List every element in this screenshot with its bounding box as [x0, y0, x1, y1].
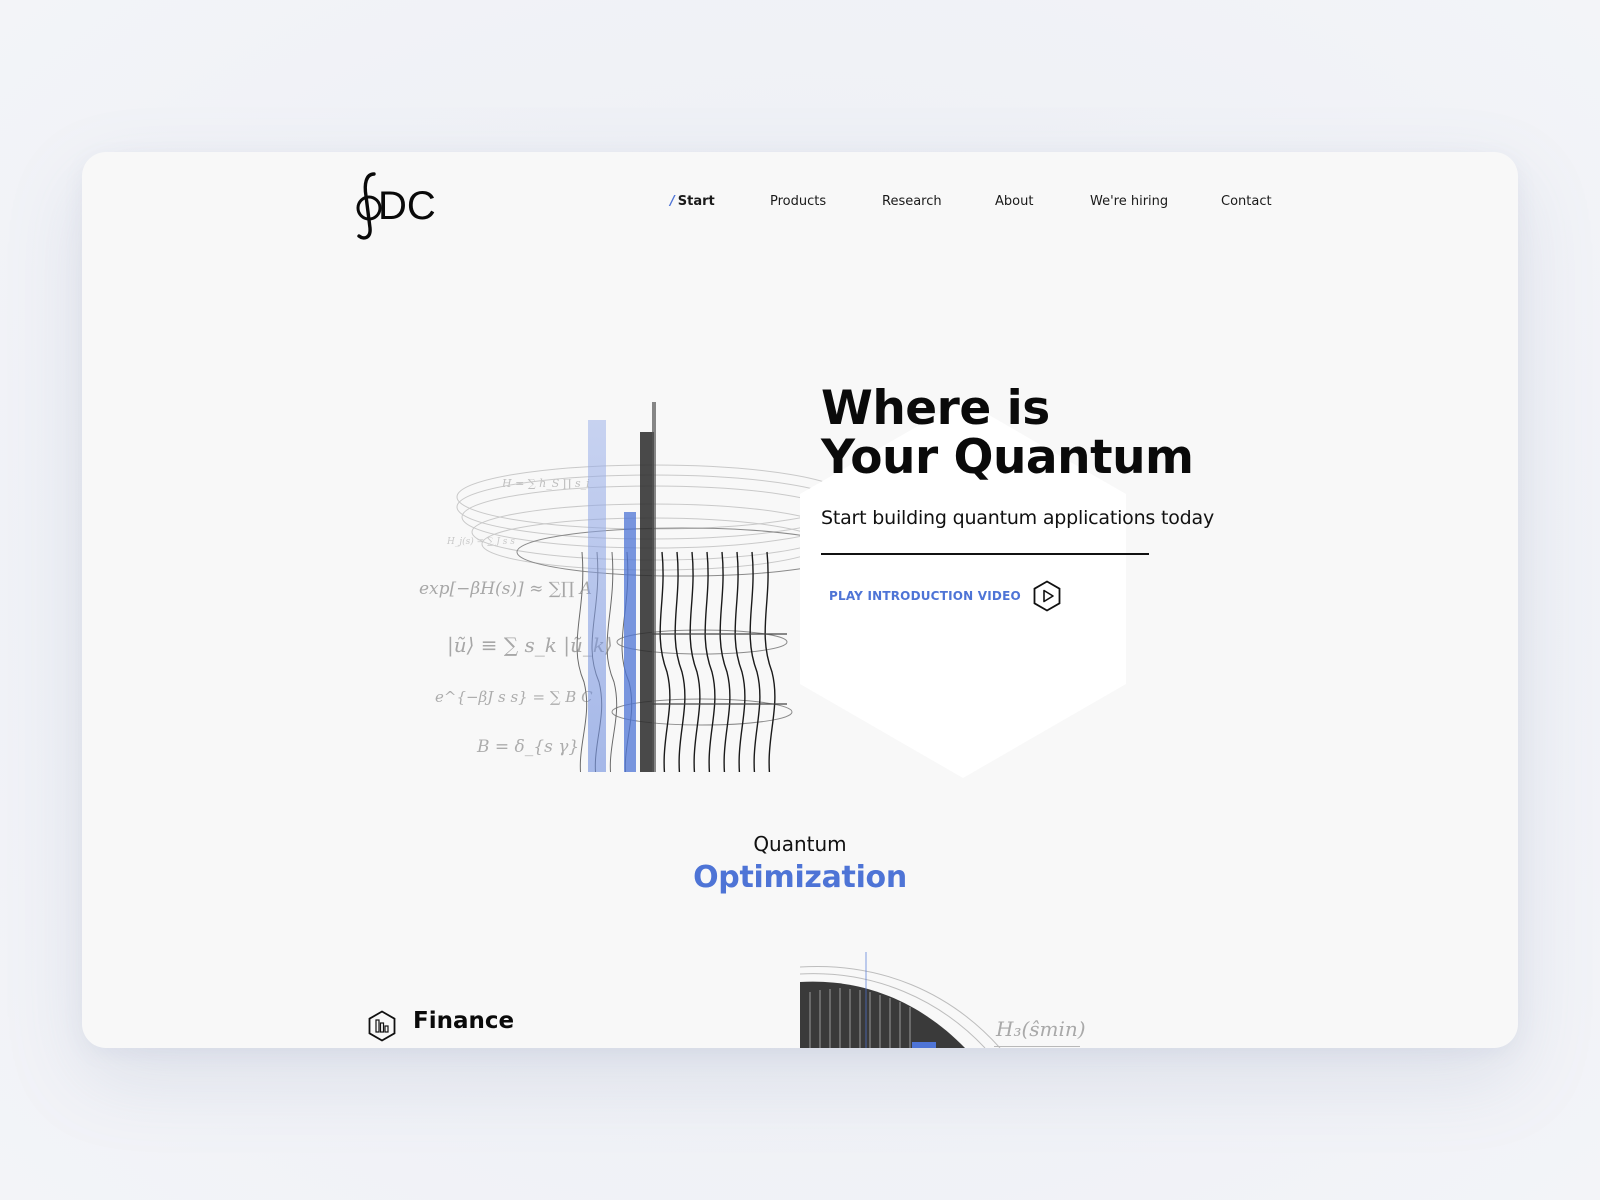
nav-item-hiring[interactable]: We're hiring — [1090, 194, 1168, 209]
site-window: DC / Start Products Research About We're … — [82, 152, 1518, 1048]
play-hexagon-icon[interactable] — [1032, 580, 1062, 612]
bar-chart-hexagon-icon — [368, 1010, 396, 1042]
formula-label: H₃(ŝmin) — [996, 1017, 1086, 1041]
svg-text:|ũ⟩ ≡ ∑ s_k |ũ_k⟩: |ũ⟩ ≡ ∑ s_k |ũ_k⟩ — [447, 633, 613, 658]
play-introduction-video-button[interactable]: PLAY INTRODUCTION VIDEO — [829, 579, 1062, 613]
hero-title: Where is Your Quantum — [821, 384, 1194, 482]
play-video-label: PLAY INTRODUCTION VIDEO — [829, 589, 1021, 603]
nav-item-start[interactable]: / Start — [670, 194, 715, 209]
nav-item-research[interactable]: Research — [882, 194, 942, 209]
quantum-computer-illustration: H = ∑ h_S ∏ s_i H_j(s) = ∑ J s s exp[−βH… — [322, 252, 848, 772]
hero-divider — [821, 553, 1149, 555]
svg-text:H_j(s) = ∑ J s s: H_j(s) = ∑ J s s — [446, 536, 515, 547]
svg-text:B = δ_{s γ}: B = δ_{s γ} — [476, 737, 579, 757]
hero-title-line-1: Where is — [821, 381, 1050, 436]
finance-label[interactable]: Finance — [413, 1008, 514, 1034]
svg-text:exp[−βH(s)] ≈ ∑∏ A: exp[−βH(s)] ≈ ∑∏ A — [419, 579, 592, 599]
nav-item-label: Start — [677, 194, 715, 209]
formula-divider — [994, 1046, 1080, 1047]
hero-subtitle: Start building quantum applications toda… — [821, 507, 1214, 529]
nav-item-products[interactable]: Products — [770, 194, 826, 209]
section-title: Optimization — [693, 860, 907, 895]
hero-title-line-2: Your Quantum — [821, 430, 1194, 485]
nav-active-marker: / — [670, 194, 675, 209]
nav-item-about[interactable]: About — [995, 194, 1033, 209]
nav-item-contact[interactable]: Contact — [1221, 194, 1272, 209]
main-nav: / Start Products Research About We're hir… — [82, 194, 1518, 214]
svg-text:e^{−βJ s s} = ∑ B C: e^{−βJ s s} = ∑ B C — [435, 688, 593, 706]
section-kicker: Quantum — [753, 832, 847, 856]
